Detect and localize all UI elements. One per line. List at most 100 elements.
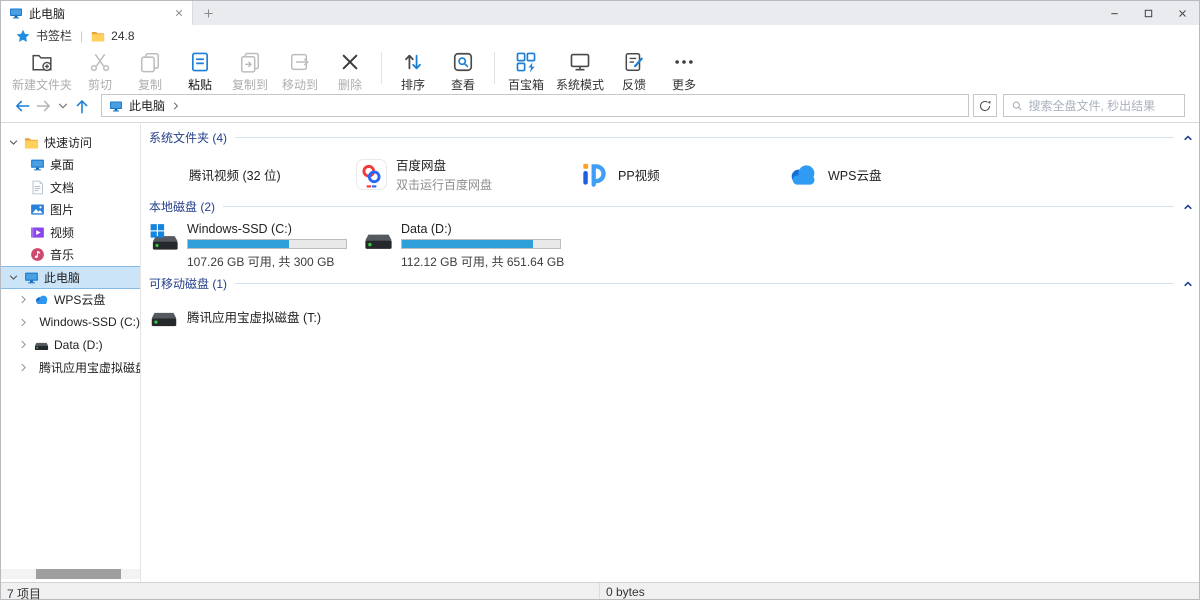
item-pp-video[interactable]: PP视频: [578, 155, 788, 193]
cut-button[interactable]: 剪切: [75, 46, 125, 93]
paste-button[interactable]: 粘贴: [175, 46, 225, 93]
section-header-system-folders: 系统文件夹 (4): [149, 130, 1193, 145]
item-name: PP视频: [618, 165, 660, 184]
sidebar-item-label: WPS云盘: [54, 291, 105, 308]
sidebar-item-label: 桌面: [50, 156, 74, 173]
toolbar-separator: [381, 52, 382, 84]
sidebar-item-videos[interactable]: 视频: [1, 221, 140, 244]
breadcrumb[interactable]: 此电脑: [129, 97, 165, 114]
forward-button[interactable]: [33, 95, 55, 117]
tab-title: 此电脑: [29, 5, 168, 22]
star-icon[interactable]: [16, 29, 30, 43]
close-window-button[interactable]: [1165, 1, 1199, 25]
maximize-button[interactable]: [1131, 1, 1165, 25]
hard-drive-windows-icon: [149, 223, 180, 253]
bookmark-bar-label[interactable]: 书签栏: [36, 27, 72, 44]
sidebar-item-wps-cloud[interactable]: WPS云盘: [1, 289, 140, 312]
scrollbar-thumb[interactable]: [36, 569, 121, 579]
toolbar-separator: [494, 52, 495, 84]
sidebar-item-drive-t[interactable]: 腾讯应用宝虚拟磁盘 (T:): [1, 356, 140, 379]
move-to-button[interactable]: 移动到: [275, 46, 325, 93]
drive-c-item[interactable]: Windows-SSD (C:) 107.26 GB 可用, 共 300 GB: [149, 222, 363, 270]
copy-button[interactable]: 复制: [125, 46, 175, 93]
system-mode-button[interactable]: 系统模式: [551, 46, 609, 93]
close-tab-icon[interactable]: [174, 8, 184, 18]
pp-video-icon: [578, 159, 609, 190]
item-wps-cloud[interactable]: WPS云盘: [788, 155, 881, 193]
tree-collapsed-icon[interactable]: [18, 362, 29, 373]
close-icon: [1177, 8, 1188, 19]
refresh-button[interactable]: [973, 94, 997, 117]
drive-name: Data (D:): [401, 222, 564, 236]
tree-collapsed-icon[interactable]: [18, 339, 29, 350]
tree-collapsed-icon[interactable]: [18, 317, 29, 328]
bookmark-folder-label[interactable]: 24.8: [111, 29, 134, 43]
drive-info: Data (D:) 112.12 GB 可用, 共 651.64 GB: [401, 222, 564, 270]
tree-collapsed-icon[interactable]: [18, 294, 29, 305]
sidebar-item-drive-c[interactable]: Windows-SSD (C:): [1, 311, 140, 334]
sidebar-item-this-pc[interactable]: 此电脑: [1, 266, 140, 289]
up-button[interactable]: [71, 95, 93, 117]
folder-icon[interactable]: [91, 29, 105, 43]
view-button[interactable]: 查看: [438, 46, 488, 93]
toolbar-label: 复制到: [232, 76, 268, 93]
chevron-right-icon[interactable]: [171, 101, 181, 111]
drive-t-item[interactable]: 腾讯应用宝虚拟磁盘 (T:): [149, 302, 1199, 330]
navigation-tree: 快速访问 桌面 文档 图片 视频 音乐: [1, 124, 140, 379]
system-folders-grid: 腾讯视频 (32 位) 百度网盘 双击运行百度网盘 PP视频 WPS云盘: [149, 155, 1199, 193]
refresh-icon: [978, 99, 992, 113]
collapse-section-icon[interactable]: [1183, 279, 1193, 289]
sort-button[interactable]: 排序: [388, 46, 438, 93]
new-tab-button[interactable]: [193, 1, 223, 25]
toolbar-label: 排序: [401, 76, 425, 93]
section-rule: [235, 137, 1174, 138]
hard-drive-icon: [149, 302, 179, 330]
move-to-icon: [289, 51, 311, 73]
toolbox-button[interactable]: 百宝箱: [501, 46, 551, 93]
tree-expanded-icon[interactable]: [8, 272, 19, 283]
search-input[interactable]: [1029, 99, 1177, 113]
new-folder-button[interactable]: 新建文件夹: [9, 46, 75, 93]
sidebar-item-music[interactable]: 音乐: [1, 244, 140, 267]
item-tencent-video[interactable]: 腾讯视频 (32 位): [149, 155, 356, 193]
tab-this-pc[interactable]: 此电脑: [1, 1, 193, 25]
sidebar-item-quick-access[interactable]: 快速访问: [1, 131, 140, 154]
drive-d-item[interactable]: Data (D:) 112.12 GB 可用, 共 651.64 GB: [363, 222, 577, 270]
toolbar-label: 新建文件夹: [12, 76, 72, 93]
delete-button[interactable]: 删除: [325, 46, 375, 93]
sidebar-item-documents[interactable]: 文档: [1, 176, 140, 199]
section-title: 可移动磁盘 (1): [149, 275, 227, 292]
arrow-left-icon: [12, 96, 32, 116]
collapse-section-icon[interactable]: [1183, 202, 1193, 212]
section-header-local-disks: 本地磁盘 (2): [149, 199, 1193, 214]
status-bar: 7 项目 0 bytes: [1, 582, 1199, 599]
item-name: WPS云盘: [828, 165, 881, 184]
sort-icon: [402, 51, 424, 73]
minimize-button[interactable]: [1097, 1, 1131, 25]
item-baidu-netdisk[interactable]: 百度网盘 双击运行百度网盘: [356, 155, 578, 193]
sidebar-item-label: 快速访问: [44, 134, 92, 151]
copy-to-button[interactable]: 复制到: [225, 46, 275, 93]
feedback-button[interactable]: 反馈: [609, 46, 659, 93]
section-title: 系统文件夹 (4): [149, 129, 227, 146]
history-dropdown-button[interactable]: [55, 95, 71, 117]
collapse-section-icon[interactable]: [1183, 133, 1193, 143]
sidebar-item-pictures[interactable]: 图片: [1, 199, 140, 222]
toolbar-label: 反馈: [622, 76, 646, 93]
videos-icon: [30, 225, 45, 240]
sidebar-item-desktop[interactable]: 桌面: [1, 154, 140, 177]
sidebar-horizontal-scrollbar[interactable]: [1, 569, 140, 579]
back-button[interactable]: [11, 95, 33, 117]
copy-icon: [139, 51, 161, 73]
more-button[interactable]: 更多: [659, 46, 709, 93]
tree-expanded-icon[interactable]: [8, 137, 19, 148]
section-rule: [223, 206, 1174, 207]
more-icon: [673, 51, 695, 73]
sidebar-item-label: 此电脑: [44, 269, 80, 286]
bookmark-separator: |: [78, 29, 85, 43]
desktop-icon: [30, 157, 45, 172]
sidebar-item-label: Windows-SSD (C:): [39, 315, 140, 329]
file-explorer-window: 此电脑 书签栏 | 24.8 新建文件夹 剪切 复制: [0, 0, 1200, 600]
sidebar-item-drive-d[interactable]: Data (D:): [1, 334, 140, 357]
address-bar[interactable]: 此电脑: [101, 94, 969, 117]
